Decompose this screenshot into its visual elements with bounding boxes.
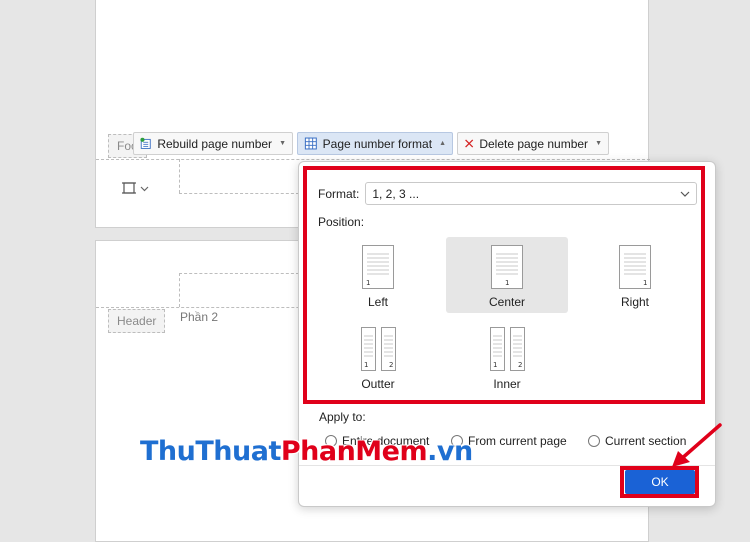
thumb-number: 1 <box>493 361 497 369</box>
position-right-option[interactable]: 1 Right <box>574 237 696 313</box>
rebuild-page-number-label: Rebuild page number <box>157 136 273 151</box>
thumb-number: 1 <box>366 279 370 287</box>
page-number-format-button[interactable]: Page number format ▲ <box>297 132 453 155</box>
position-right-label: Right <box>620 295 649 309</box>
section-label: Phần 2 <box>180 310 219 324</box>
thumb-number: 1 <box>505 279 509 287</box>
delete-x-icon <box>465 139 474 148</box>
chevron-down-icon <box>680 191 690 197</box>
page-outter-right-thumbnail-icon: 2 <box>380 327 396 371</box>
header-tag[interactable]: Header <box>108 309 166 333</box>
position-inner-option[interactable]: 1 2 Inner <box>446 319 568 395</box>
rebuild-page-icon <box>140 137 151 149</box>
page-number-format-label: Page number format <box>322 136 433 151</box>
ok-button[interactable]: OK <box>625 470 695 494</box>
thumb-number: 2 <box>518 361 522 369</box>
position-outter-label: Outter <box>361 377 395 391</box>
watermark-part-3: .vn <box>427 436 473 467</box>
page-format-icon <box>304 137 317 150</box>
watermark-part-2: PhanMem <box>280 436 428 467</box>
position-left-label: Left <box>367 295 388 309</box>
format-value: 1, 2, 3 ... <box>372 186 420 201</box>
red-arrow-icon <box>672 423 722 467</box>
page-center-thumbnail-icon: 1 <box>491 245 523 289</box>
format-label: Format: <box>318 186 360 201</box>
header-area-top <box>179 273 299 274</box>
dropdown-caret-icon: ▼ <box>595 140 602 147</box>
format-select[interactable]: 1, 2, 3 ... <box>365 182 698 205</box>
radio-circle[interactable] <box>588 435 600 447</box>
page-right-thumbnail-icon: 1 <box>619 245 651 289</box>
page-inner-left-thumbnail-icon: 1 <box>489 327 505 371</box>
frame-icon <box>122 182 136 194</box>
position-label: Position: <box>318 215 365 229</box>
thumb-number: 1 <box>364 361 368 369</box>
chevron-down-icon <box>140 186 149 191</box>
position-center-option[interactable]: 1 Center <box>446 237 568 313</box>
thumb-number: 1 <box>643 279 647 287</box>
apply-to-label: Apply to: <box>319 410 366 424</box>
position-inner-label: Inner <box>493 377 521 391</box>
footer-area-edge <box>179 159 180 193</box>
thumb-number: 2 <box>389 361 393 369</box>
page-outter-left-thumbnail-icon: 1 <box>360 327 376 371</box>
position-center-label: Center <box>488 295 526 309</box>
format-row: Format: 1, 2, 3 ... <box>318 182 698 205</box>
position-outter-option[interactable]: 1 2 Outter <box>317 319 439 395</box>
footer-options-button[interactable] <box>122 178 158 198</box>
footer-area-bottom <box>179 193 299 194</box>
delete-page-number-button[interactable]: Delete page number ▼ <box>457 132 609 155</box>
position-left-option[interactable]: 1 Left <box>317 237 439 313</box>
dropdown-caret-up-icon: ▲ <box>439 140 446 147</box>
dropdown-caret-icon: ▼ <box>279 140 286 147</box>
watermark-logo: ThuThuatPhanMem.vn <box>140 436 473 467</box>
apply-from-current-page-label: From current page <box>468 434 567 448</box>
page-inner-right-thumbnail-icon: 2 <box>509 327 525 371</box>
page-left-thumbnail-icon: 1 <box>362 245 394 289</box>
delete-page-number-label: Delete page number <box>479 136 589 151</box>
header-area-edge <box>179 273 180 307</box>
watermark-part-1: ThuThuat <box>140 436 281 467</box>
rebuild-page-number-button[interactable]: Rebuild page number ▼ <box>133 132 293 155</box>
